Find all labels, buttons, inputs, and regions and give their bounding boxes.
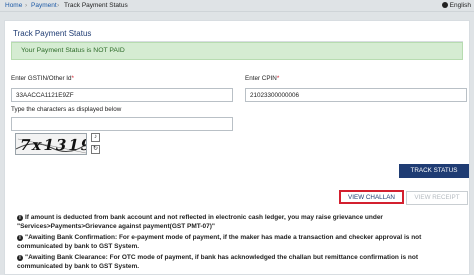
- view-challan-button[interactable]: VIEW CHALLAN: [339, 190, 404, 204]
- required-mark: *: [276, 75, 280, 82]
- captcha-input[interactable]: [11, 117, 233, 131]
- info-icon: i: [17, 235, 23, 241]
- language-label: English: [449, 2, 471, 9]
- captcha-image: 7x1319: [15, 133, 87, 155]
- payment-status-text: Your Payment Status is NOT PAID: [21, 47, 125, 54]
- breadcrumb: Home › Payment › Track Payment Status En…: [0, 0, 474, 12]
- breadcrumb-separator: ›: [25, 2, 28, 9]
- track-payment-card: Track Payment Status Your Payment Status…: [4, 20, 470, 275]
- gstin-field[interactable]: 33AACCA1121E9ZF: [11, 88, 233, 102]
- captcha-label: Type the characters as displayed below: [11, 106, 122, 113]
- note-grievance: i If amount is deducted from bank account…: [17, 213, 463, 231]
- language-selector[interactable]: English: [441, 2, 471, 9]
- breadcrumb-home[interactable]: Home: [5, 2, 22, 9]
- refresh-icon: ↻: [92, 146, 99, 152]
- info-icon: i: [17, 255, 23, 261]
- breadcrumb-payment[interactable]: Payment: [31, 2, 57, 9]
- required-mark: *: [71, 75, 74, 82]
- note-awaiting-confirmation: i "Awaiting Bank Confirmation: For e-paym…: [17, 233, 463, 251]
- cpin-label-text: Enter CPIN: [245, 75, 277, 82]
- view-receipt-button[interactable]: VIEW RECEIPT: [406, 191, 468, 205]
- page-title: Track Payment Status: [13, 29, 92, 38]
- breadcrumb-separator: ›: [57, 2, 60, 9]
- cpin-label: Enter CPIN*: [245, 75, 279, 82]
- note-awaiting-clearance: i "Awaiting Bank Clearance: For OTC mode …: [17, 253, 463, 271]
- note-text: If amount is deducted from bank account …: [17, 214, 383, 230]
- gstin-label: Enter GSTIN/Other Id*: [11, 75, 74, 82]
- info-icon: i: [17, 215, 23, 221]
- note-text: "Awaiting Bank Confirmation: For e-payme…: [17, 234, 422, 250]
- refresh-captcha-button[interactable]: ↻: [91, 145, 100, 154]
- payment-status-alert: Your Payment Status is NOT PAID: [11, 42, 463, 60]
- cpin-field[interactable]: 21023300000006: [245, 88, 467, 102]
- track-status-button[interactable]: TRACK STATUS: [399, 164, 469, 178]
- note-text: "Awaiting Bank Clearance: For OTC mode o…: [17, 254, 419, 270]
- audio-captcha-button[interactable]: ♪: [91, 133, 100, 142]
- globe-icon: [441, 2, 448, 8]
- captcha-text: 7x1319: [18, 136, 87, 154]
- gstin-label-text: Enter GSTIN/Other Id: [11, 75, 72, 82]
- speaker-icon: ♪: [94, 134, 97, 140]
- breadcrumb-current: Track Payment Status: [64, 2, 128, 9]
